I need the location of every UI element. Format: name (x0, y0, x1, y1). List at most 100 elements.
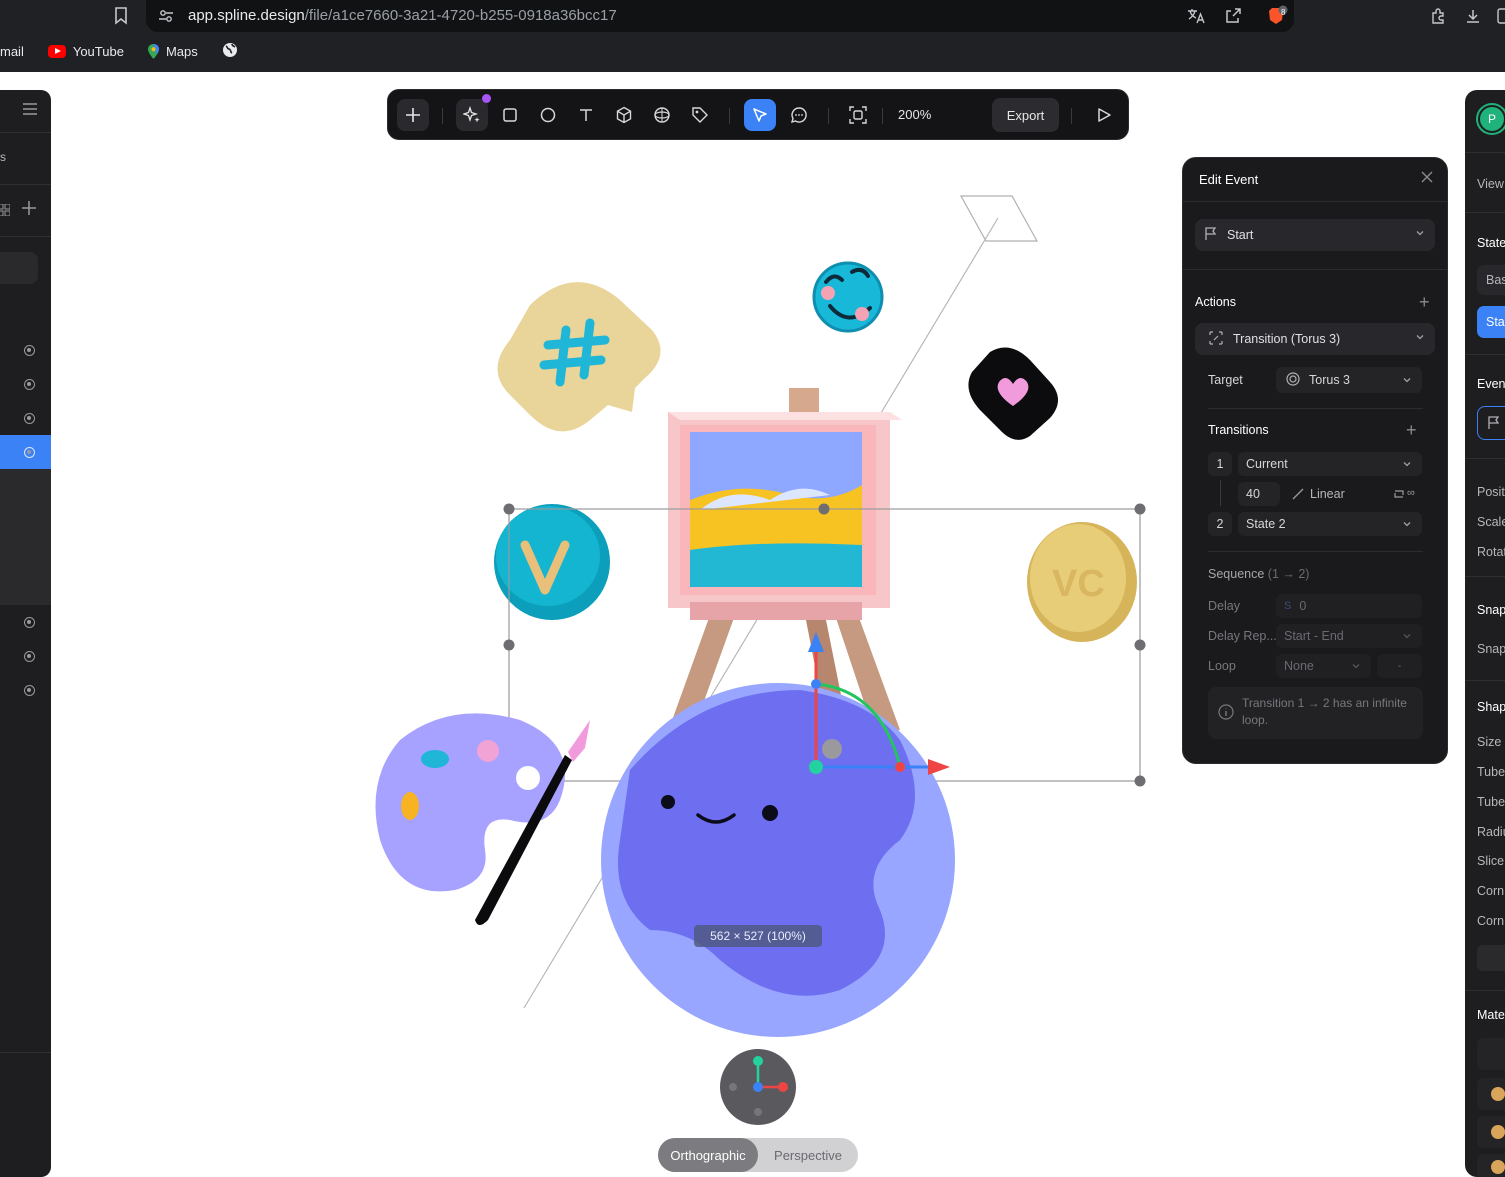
url-domain: app.spline.design (188, 7, 305, 24)
comment-tool[interactable] (783, 99, 815, 131)
events-heading: Even (1477, 377, 1505, 391)
v-badge-object[interactable] (494, 504, 610, 620)
state-2-tab[interactable]: Sta (1477, 306, 1505, 338)
loop-select[interactable]: None (1276, 654, 1371, 678)
target-select[interactable]: Torus 3 (1276, 367, 1422, 393)
shape-option-button[interactable] (1477, 945, 1505, 971)
gold-coin-object[interactable]: VC (1027, 522, 1137, 642)
easing-select[interactable]: Linear (1310, 487, 1345, 501)
transition-index: 1 (1208, 452, 1232, 476)
material-layer[interactable] (1477, 1078, 1505, 1110)
browser-chrome: app.spline.design/file/a1ce7660-3a21-472… (0, 0, 1505, 72)
transition-icon (1209, 330, 1223, 348)
avatar[interactable]: P (1478, 105, 1505, 133)
heart-tag-object[interactable] (968, 347, 1058, 440)
youtube-icon (47, 44, 66, 58)
state-base-tab[interactable]: Bas (1477, 265, 1505, 295)
bookmark-globe[interactable] (222, 42, 238, 61)
material-layer[interactable] (1477, 1116, 1505, 1148)
extensions-icon[interactable] (1430, 8, 1446, 28)
chevron-down-icon (1402, 630, 1412, 644)
add-icon (406, 108, 420, 122)
bookmark-icon[interactable] (114, 7, 128, 29)
delay-repeat-select[interactable]: Start - End (1276, 624, 1422, 648)
position-label: Posit (1477, 485, 1505, 499)
chevron-down-icon (1402, 458, 1412, 472)
target-value: Torus 3 (1309, 373, 1350, 387)
add-transition-icon[interactable]: + (1406, 421, 1417, 439)
zoom-level[interactable]: 200% (898, 107, 931, 122)
delay-input[interactable]: S 0 (1276, 594, 1422, 618)
tube-label: Tube (1477, 765, 1505, 779)
snap-heading: Snap (1477, 603, 1505, 617)
bookmark-gmail[interactable]: mail (0, 44, 24, 59)
url-text[interactable]: app.spline.design/file/a1ce7660-3a21-472… (188, 7, 617, 24)
repeat-icon[interactable] (1392, 488, 1406, 503)
event-trigger-select[interactable]: Start (1195, 219, 1435, 251)
play-button[interactable] (1088, 99, 1120, 131)
transitions-heading: Transitions (1208, 423, 1269, 437)
edit-event-panel: Edit Event Start Actions + Transition (T… (1182, 157, 1448, 764)
perspective-button[interactable]: Perspective (758, 1138, 858, 1172)
tag-icon (692, 107, 708, 123)
bookmarks-bar: mail YouTube Maps (0, 40, 262, 62)
action-select[interactable]: Transition (Torus 3) (1195, 323, 1435, 355)
sphere-tool[interactable] (646, 99, 678, 131)
select-tool[interactable] (744, 99, 776, 131)
loop-count-input[interactable]: - (1377, 654, 1422, 678)
material-layer[interactable] (1477, 1038, 1505, 1070)
orientation-gizmo[interactable] (720, 1049, 796, 1125)
flag-icon (1488, 416, 1500, 433)
delay-label: Delay (1208, 599, 1240, 613)
close-icon[interactable] (1421, 170, 1433, 187)
tube-label: Tube (1477, 795, 1505, 809)
bookmark-youtube[interactable]: YouTube (47, 43, 124, 59)
duration-input[interactable]: 40 (1238, 482, 1280, 506)
library-tool[interactable] (684, 99, 716, 131)
brave-shield-icon[interactable]: 8 (1266, 5, 1288, 31)
divider (1465, 990, 1505, 991)
ai-generate-button[interactable] (456, 99, 488, 131)
sphere-icon (654, 107, 670, 123)
material-swatch-icon (1491, 1160, 1505, 1174)
text-tool[interactable] (570, 99, 602, 131)
transition-state-select[interactable]: Current (1238, 452, 1422, 476)
trigger-value: Start (1227, 228, 1254, 242)
add-button[interactable] (397, 99, 429, 131)
palette-object[interactable] (375, 713, 566, 892)
delay-value: 0 (1299, 599, 1307, 613)
orthographic-button[interactable]: Orthographic (658, 1138, 758, 1172)
timeline-connector (1220, 480, 1221, 506)
material-layer[interactable] (1477, 1154, 1505, 1177)
radius-label: Radiu (1477, 825, 1505, 839)
site-settings-icon[interactable] (158, 8, 174, 28)
bookmark-label: mail (0, 43, 24, 59)
material-swatch-icon (1491, 1125, 1505, 1139)
window-icon[interactable] (1497, 8, 1505, 28)
bookmark-label: YouTube (72, 43, 124, 59)
properties-panel: P View State Bas Sta Even Posit Scale Ro… (1465, 90, 1505, 1177)
hashtag-bubble-object[interactable] (497, 282, 661, 432)
cube-tool[interactable] (608, 99, 640, 131)
view-label[interactable]: View (1477, 177, 1504, 191)
target-label: Target (1208, 373, 1243, 387)
download-icon[interactable] (1465, 8, 1481, 28)
export-button[interactable]: Export (992, 98, 1059, 132)
loop-label: Loop (1208, 659, 1236, 673)
transition-state-select[interactable]: State 2 (1238, 512, 1422, 536)
globe-object[interactable] (601, 683, 955, 1037)
material-swatch-icon (1491, 1087, 1505, 1101)
frame-tool[interactable] (842, 99, 874, 131)
divider (1208, 551, 1423, 552)
translate-icon[interactable] (1187, 8, 1205, 28)
panel-title: Edit Event (1199, 172, 1259, 187)
share-icon[interactable] (1224, 7, 1242, 29)
torus-icon (1286, 371, 1300, 389)
emoji-object[interactable] (812, 261, 884, 333)
rectangle-tool[interactable] (494, 99, 526, 131)
add-action-icon[interactable]: + (1419, 293, 1430, 311)
ellipse-tool[interactable] (532, 99, 564, 131)
cube-icon (616, 106, 632, 124)
bookmark-maps[interactable]: Maps (147, 43, 198, 59)
event-start-item[interactable] (1477, 406, 1505, 440)
